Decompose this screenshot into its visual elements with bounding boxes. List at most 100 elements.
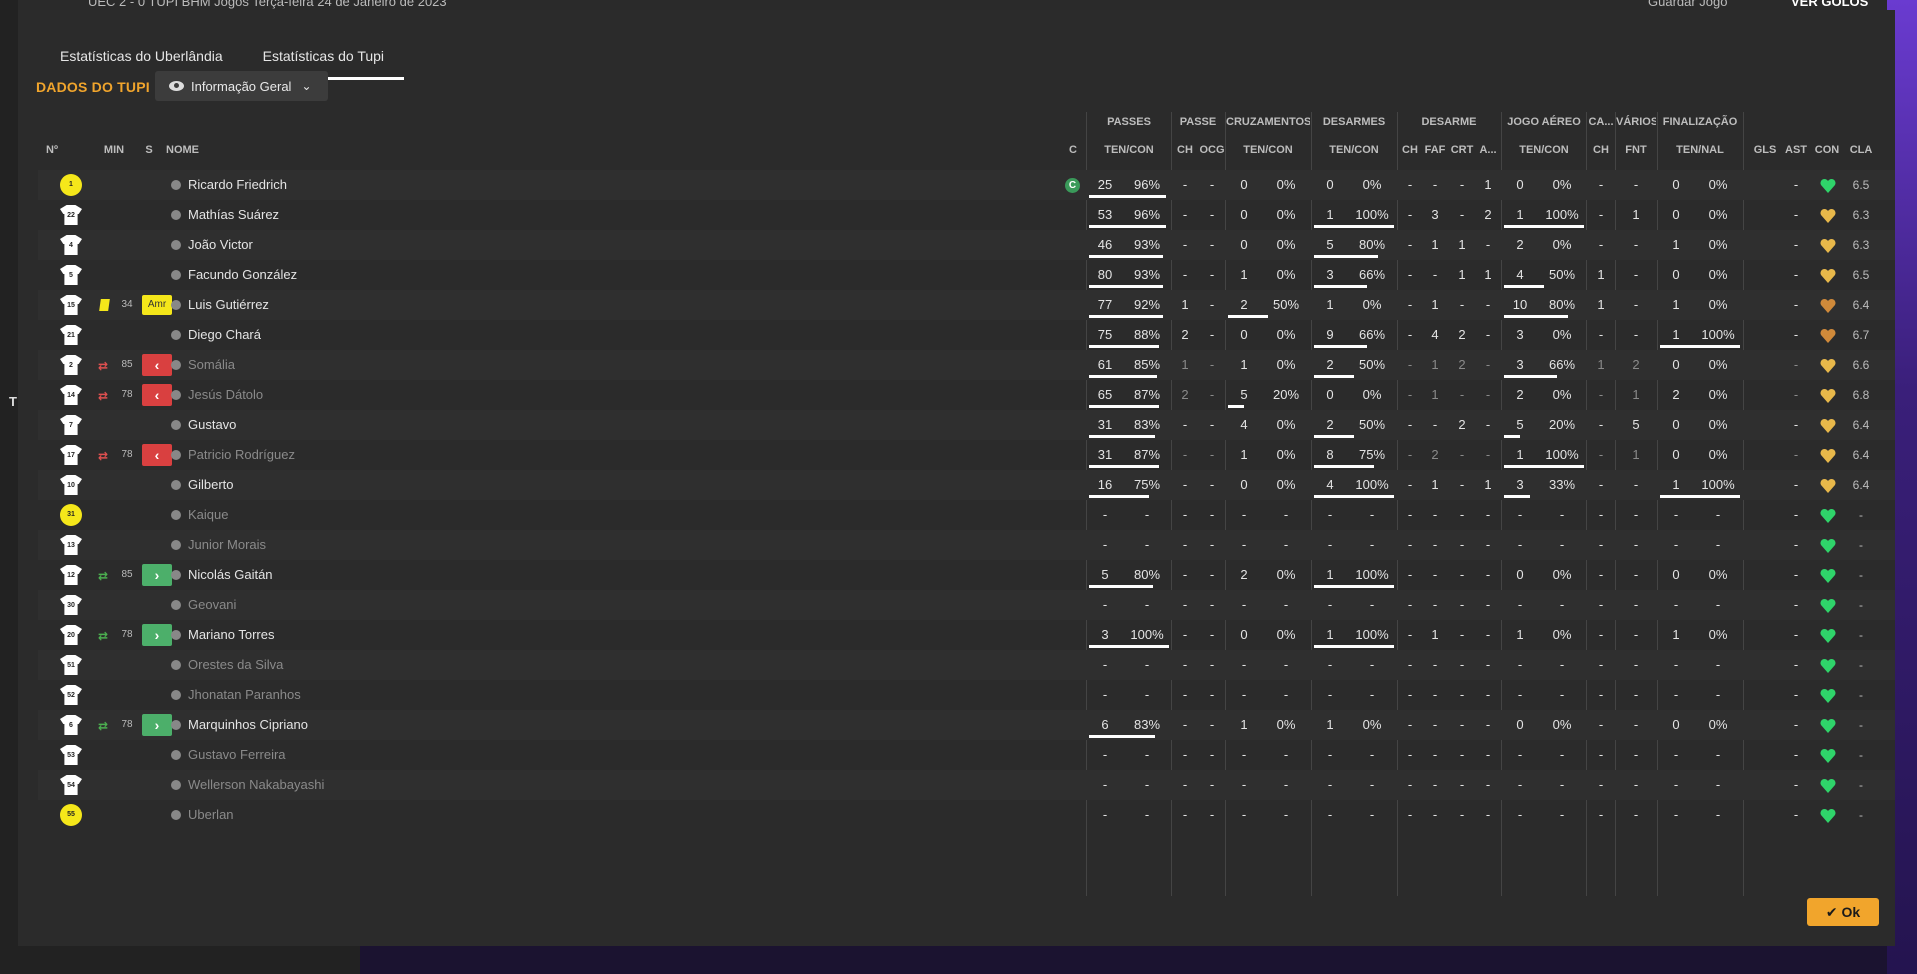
- table-row[interactable]: 31 Kaique - - - - - - - - - - - - - - - - - - - -: [38, 500, 1895, 530]
- player-profile-icon[interactable]: [171, 210, 181, 220]
- col-header-desarme-crt[interactable]: CRT: [1448, 142, 1476, 158]
- col-header-s[interactable]: S: [139, 142, 159, 158]
- player-name[interactable]: Nicolás Gaitán: [188, 560, 468, 590]
- table-row[interactable]: 14 ⇄ 78 ‹ Jesús Dátolo 65 87% 5 20% 0 0% 2 0% 2 0% 2- -1…: [38, 380, 1895, 410]
- player-name[interactable]: Gustavo Ferreira: [188, 740, 468, 770]
- view-dropdown[interactable]: Informação Geral ⌄: [155, 71, 328, 101]
- player-profile-icon[interactable]: [171, 690, 181, 700]
- player-profile-icon[interactable]: [171, 240, 181, 250]
- table-row[interactable]: 54 Wellerson Nakabayashi - - - - - - - - - - - - - - - - -…: [38, 770, 1895, 800]
- col-header-cla[interactable]: CLA: [1846, 142, 1876, 158]
- table-row[interactable]: 4 João Victor 46 93% 0 0% 5 80% 2 0% 1 0% - - -1 1- - - -6…: [38, 230, 1895, 260]
- player-name[interactable]: Mathías Suárez: [188, 200, 468, 230]
- col-header-aereo-tencon[interactable]: TEN/CON: [1502, 142, 1586, 158]
- col-header-desarme-ch[interactable]: CH: [1398, 142, 1422, 158]
- player-profile-icon[interactable]: [171, 510, 181, 520]
- col-header-passe-ocg[interactable]: OCG: [1198, 142, 1226, 158]
- col-header-ca-ch[interactable]: CH: [1587, 142, 1615, 158]
- table-row[interactable]: 17 ⇄ 78 ‹ Patricio Rodríguez 31 87% 1 0% 8 75% 1 100…: [38, 440, 1895, 470]
- player-profile-icon[interactable]: [171, 570, 181, 580]
- col-header-desarme-faf[interactable]: FAF: [1422, 142, 1448, 158]
- player-name[interactable]: Geovani: [188, 590, 468, 620]
- player-name[interactable]: Somália: [188, 350, 468, 380]
- table-row[interactable]: 1 Ricardo Friedrich C 25 96% 0 0% 0 0% 0 0% 0 0% - - - -…: [38, 170, 1895, 200]
- player-profile-icon[interactable]: [171, 540, 181, 550]
- player-profile-icon[interactable]: [171, 600, 181, 610]
- table-row[interactable]: 10 Gilberto 16 75% 0 0% 4 100% 3 33% 1 100% - - -1-1- -…: [38, 470, 1895, 500]
- table-row[interactable]: 55 Uberlan - - - - - - - - - - - - - - - - - - - -: [38, 800, 1895, 830]
- player-profile-icon[interactable]: [171, 330, 181, 340]
- player-name[interactable]: Luis Gutiérrez: [188, 290, 468, 320]
- save-game-button[interactable]: Guardar Jogo: [1648, 0, 1728, 9]
- col-header-nome[interactable]: NOME: [166, 142, 226, 158]
- player-profile-icon[interactable]: [171, 420, 181, 430]
- col-header-con[interactable]: CON: [1812, 142, 1842, 158]
- col-header-passes-tencon[interactable]: TEN/CON: [1087, 142, 1171, 158]
- stat-empty: -: [1327, 807, 1333, 822]
- condition-heart-icon: [1820, 479, 1836, 493]
- col-header-varios-fnt[interactable]: FNT: [1616, 142, 1656, 158]
- player-profile-icon[interactable]: [171, 750, 181, 760]
- table-row[interactable]: 13 Junior Morais - - - - - - - - - - - - - - - - - - - -: [38, 530, 1895, 560]
- player-profile-icon[interactable]: [171, 300, 181, 310]
- table-row[interactable]: 20 ⇄ 78 › Mariano Torres 3 100% 0 0% 1 100% 1 0% 1 0% -…: [38, 620, 1895, 650]
- table-row[interactable]: 2 ⇄ 85 ‹ Somália 61 85% 1 0% 2 50% 3 66% 0 0% 1- -1 2-1 2-…: [38, 350, 1895, 380]
- player-name[interactable]: Uberlan: [188, 800, 468, 830]
- table-row[interactable]: 21 Diego Chará 75 88% 0 0% 9 66% 3 0% 1 100% 2- -4 2- -…: [38, 320, 1895, 350]
- col-header-num[interactable]: Nº: [46, 142, 76, 158]
- player-name[interactable]: Jesús Dátolo: [188, 380, 468, 410]
- player-name[interactable]: João Victor: [188, 230, 468, 260]
- player-name[interactable]: Gustavo: [188, 410, 468, 440]
- table-row[interactable]: 53 Gustavo Ferreira - - - - - - - - - - - - - - - - - - - -: [38, 740, 1895, 770]
- col-header-cruzamentos-tencon[interactable]: TEN/CON: [1226, 142, 1310, 158]
- table-row[interactable]: 6 ⇄ 78 › Marquinhos Cipriano 6 83% 1 0% 1 0% 0 0% 0 0%…: [38, 710, 1895, 740]
- col-header-ast[interactable]: AST: [1782, 142, 1810, 158]
- table-row[interactable]: 51 Orestes da Silva - - - - - - - - - - - - - - - - - - - -: [38, 650, 1895, 680]
- player-name[interactable]: Mariano Torres: [188, 620, 468, 650]
- player-name[interactable]: Facundo González: [188, 260, 468, 290]
- view-goals-button[interactable]: VER GOLOS: [1791, 0, 1868, 9]
- table-row[interactable]: 7 Gustavo 31 83% 4 0% 2 50% 5 20% 0 0% - - - -2- -5-6.4: [38, 410, 1895, 440]
- player-name[interactable]: Patricio Rodríguez: [188, 440, 468, 470]
- stat-empty: -: [1144, 657, 1150, 672]
- player-name[interactable]: Diego Chará: [188, 320, 468, 350]
- ok-button[interactable]: ✔ Ok: [1807, 898, 1879, 926]
- shirt-number-icon: 6: [60, 715, 82, 735]
- player-name[interactable]: Junior Morais: [188, 530, 468, 560]
- player-name[interactable]: Orestes da Silva: [188, 650, 468, 680]
- rating-value: -: [1859, 658, 1863, 672]
- player-profile-icon[interactable]: [171, 450, 181, 460]
- player-profile-icon[interactable]: [171, 810, 181, 820]
- table-row[interactable]: 22 Mathías Suárez 53 96% 0 0% 1 100% 1 100% 0 0% - - -…: [38, 200, 1895, 230]
- player-profile-icon[interactable]: [171, 390, 181, 400]
- player-name[interactable]: Jhonatan Paranhos: [188, 680, 468, 710]
- table-row[interactable]: 15 34 Amr Luis Gutiérrez 77 92% 2 50% 1 0% 10 80% 1 0…: [38, 290, 1895, 320]
- col-header-finalizacao-tennal[interactable]: TEN/NAL: [1658, 142, 1742, 158]
- col-header-desarmes-tencon[interactable]: TEN/CON: [1312, 142, 1396, 158]
- pocg-value: -: [1209, 627, 1215, 642]
- player-profile-icon[interactable]: [171, 660, 181, 670]
- player-profile-icon[interactable]: [171, 630, 181, 640]
- player-name[interactable]: Gilberto: [188, 470, 468, 500]
- player-name[interactable]: Kaique: [188, 500, 468, 530]
- table-row[interactable]: 30 Geovani - - - - - - - - - - - - - - - - - - - -: [38, 590, 1895, 620]
- player-profile-icon[interactable]: [171, 270, 181, 280]
- player-name[interactable]: Marquinhos Cipriano: [188, 710, 468, 740]
- col-header-gls[interactable]: GLS: [1750, 142, 1780, 158]
- col-header-c[interactable]: C: [1065, 142, 1081, 158]
- shirt-number-icon: 53: [60, 745, 82, 765]
- col-header-desarme-a[interactable]: A...: [1476, 142, 1500, 158]
- player-profile-icon[interactable]: [171, 180, 181, 190]
- table-row[interactable]: 5 Facundo González 80 93% 1 0% 3 66% 4 50% 0 0% - - - -…: [38, 260, 1895, 290]
- player-profile-icon[interactable]: [171, 720, 181, 730]
- dfaf-value: 2: [1431, 447, 1439, 462]
- col-header-passe-ch[interactable]: CH: [1172, 142, 1198, 158]
- table-row[interactable]: 12 ⇄ 85 › Nicolás Gaitán 5 80% 2 0% 1 100% 0 0% 0 0% - -…: [38, 560, 1895, 590]
- player-name[interactable]: Wellerson Nakabayashi: [188, 770, 468, 800]
- col-header-min[interactable]: MIN: [96, 142, 132, 158]
- table-row[interactable]: 52 Jhonatan Paranhos - - - - - - - - - - - - - - - - - - - -: [38, 680, 1895, 710]
- player-profile-icon[interactable]: [171, 480, 181, 490]
- player-profile-icon[interactable]: [171, 360, 181, 370]
- player-profile-icon[interactable]: [171, 780, 181, 790]
- player-name[interactable]: Ricardo Friedrich: [188, 170, 468, 200]
